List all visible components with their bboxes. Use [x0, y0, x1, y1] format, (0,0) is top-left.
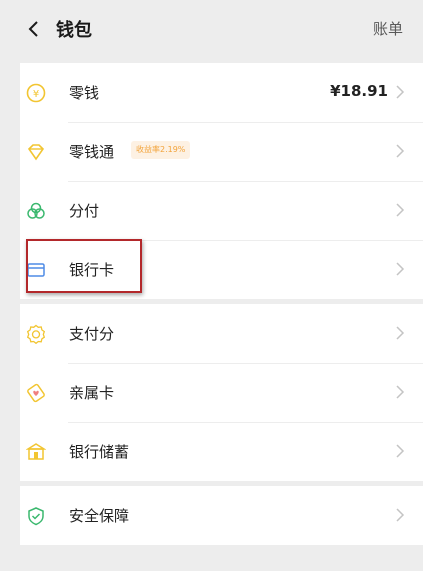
balance-value: ¥18.91: [330, 82, 388, 100]
chevron-right-icon: [396, 262, 405, 276]
list-item-bank-savings[interactable]: 银行储蓄: [20, 422, 423, 481]
list-item-label: 银行储蓄: [69, 443, 130, 461]
list-item-fenfu[interactable]: 分付: [20, 181, 423, 240]
list-item-security[interactable]: 安全保障: [20, 486, 423, 545]
bill-link[interactable]: 账单: [373, 18, 403, 39]
wallet-group-1: ¥ 零钱 ¥18.91 零钱通 收益率2.19% 分付 银行卡: [20, 63, 423, 299]
svg-text:¥: ¥: [33, 89, 39, 100]
chevron-right-icon: [396, 326, 405, 340]
list-item-label: 分付: [69, 202, 100, 220]
list-item-label: 零钱通: [69, 143, 115, 161]
chevron-right-icon: [396, 508, 405, 522]
wallet-group-3: 安全保障: [20, 486, 423, 545]
coin-icon: ¥: [26, 83, 46, 103]
yield-badge: 收益率2.19%: [131, 141, 191, 159]
shield-icon: [28, 507, 44, 526]
wallet-group-2: 支付分 亲属卡 银行储蓄: [20, 304, 423, 481]
list-item-label: 银行卡: [69, 261, 115, 279]
header: 钱包 账单: [0, 0, 423, 58]
list-item-change[interactable]: ¥ 零钱 ¥18.91: [20, 63, 423, 122]
card-icon: [27, 263, 45, 277]
list-item-label: 亲属卡: [69, 384, 115, 402]
clover-icon: [27, 202, 45, 219]
chevron-right-icon: [396, 385, 405, 399]
chevron-right-icon: [396, 444, 405, 458]
list-item-family-card[interactable]: 亲属卡: [20, 363, 423, 422]
diamond-icon: [27, 144, 45, 161]
list-item-pay-score[interactable]: 支付分: [20, 304, 423, 363]
list-item-lqt[interactable]: 零钱通 收益率2.19%: [20, 122, 423, 181]
bank-icon: [26, 443, 46, 460]
list-item-label: 零钱: [69, 84, 100, 102]
chevron-right-icon: [396, 203, 405, 217]
page-title: 钱包: [56, 20, 92, 41]
chevron-right-icon: [396, 144, 405, 158]
list-item-bank-card[interactable]: 银行卡: [20, 240, 423, 299]
heart-card-icon: [27, 383, 45, 403]
chevron-right-icon: [396, 85, 405, 99]
list-item-label: 安全保障: [69, 507, 130, 525]
badge-icon: [26, 324, 46, 344]
back-arrow-icon[interactable]: [24, 19, 44, 39]
list-item-label: 支付分: [69, 325, 115, 343]
